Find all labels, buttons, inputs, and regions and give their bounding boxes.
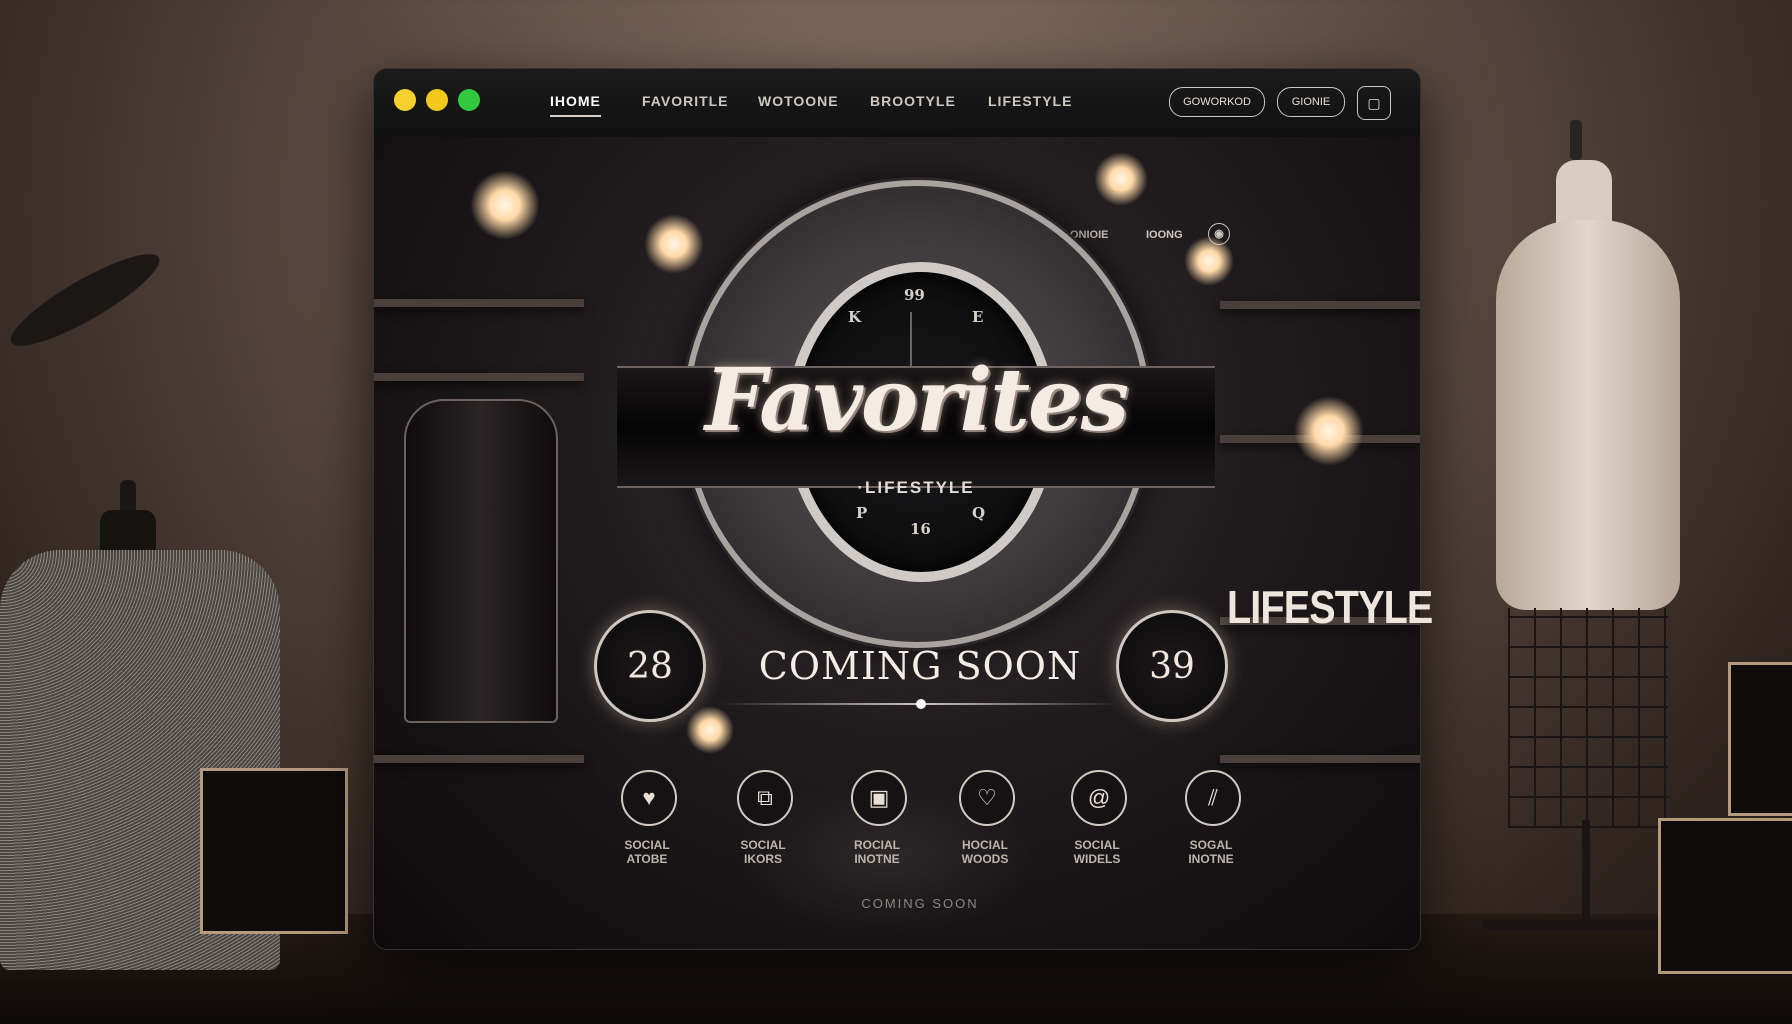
heart-icon[interactable]: ♥ [621,770,677,826]
social-label-sub: INOTNE [854,852,900,866]
dress-form-knob [1570,120,1582,160]
dress-form [1496,220,1680,610]
hero-subtitle: ·LIFESTYLE [857,478,975,497]
light-glow [470,170,540,240]
header-button-left[interactable]: GOWORKOD [1169,87,1265,117]
gallery-icon[interactable]: ▣ [851,770,907,826]
top-bar: IHOME FAVORITLE WOTOONE BROOTYLE LIFESTY… [374,69,1420,138]
clock-mark: 99 [904,286,925,304]
clock-mark: E [972,308,984,326]
nav-item-4[interactable]: BROOTYLE [870,93,956,109]
nav-home[interactable]: IHOME [550,93,601,117]
shelf [1220,301,1420,309]
light-glow [1294,396,1364,466]
shelf [374,755,584,763]
dress-form-stand [1582,820,1590,930]
chat-icon[interactable]: ⧉ [737,770,793,826]
heart-badge-icon[interactable]: ♡ [959,770,1015,826]
window-dot-maximize[interactable] [458,89,480,111]
menu-icon[interactable]: ▢ [1357,86,1391,120]
bags-icon[interactable]: ⫽ [1185,770,1241,826]
coat-display [404,399,558,723]
hero-title: Favorites [704,350,1129,451]
nav-favorites[interactable]: FAVORITLE [642,93,729,109]
dress-form-cage [1508,608,1668,828]
header-button-right[interactable]: GIONIE [1277,87,1345,117]
social-label: SOCIAL IKORS [713,838,813,866]
footer-text: COMING SOON [861,896,979,911]
light-glow [644,214,704,274]
gift-box-right-bottom [1658,818,1792,974]
shelf [374,299,584,307]
window-dot-minimize[interactable] [426,89,448,111]
social-label-sub: WOODS [961,852,1009,866]
social-label: SOGAL INOTNE [1161,838,1261,866]
social-label-title: SOGAL [1189,838,1233,852]
divider-dot [916,699,926,709]
countdown-right: 39 [1116,610,1228,722]
nav-item-3[interactable]: WOTOONE [758,93,839,109]
social-label-title: SOCIAL [740,838,786,852]
social-label: HOCIAL WOODS [935,838,1035,866]
light-glow [1094,152,1148,206]
subnav-item-2[interactable]: IOONG [1146,229,1183,241]
shelf [374,373,584,381]
feather-decoration [1,240,169,360]
social-label: SOCIAL WIDELS [1047,838,1147,866]
window-dot-close[interactable] [394,89,416,111]
light-glow [1184,236,1234,286]
coming-soon-heading: COMING SOON [758,644,1082,688]
shelf [1220,755,1420,763]
lifestyle-side-label: LIFESTYLE [1227,581,1433,633]
clock-mark: Q [972,504,986,522]
subnav-item-1[interactable]: ONIOIE [1070,229,1109,241]
social-label-sub: ATOBE [626,852,668,866]
social-label-title: SOCIAL [1074,838,1120,852]
social-label: ROCIAL INOTNE [827,838,927,866]
clock-mark: P [856,504,868,522]
clock-mark: 16 [910,520,931,538]
countdown-left: 28 [594,610,706,722]
at-icon[interactable]: @ [1071,770,1127,826]
social-label-title: SOCIAL [624,838,670,852]
social-label-sub: WIDELS [1073,852,1121,866]
social-label-title: ROCIAL [854,838,900,852]
nav-lifestyle[interactable]: LIFESTYLE [988,93,1072,109]
gift-box-right-top [1728,662,1792,816]
social-label-sub: IKORS [743,852,782,866]
social-label-title: HOCIAL [962,838,1008,852]
clock-mark: K [848,308,862,326]
social-label-sub: INOTNE [1188,852,1234,866]
light-glow [686,706,734,754]
mannequin-head [120,480,136,514]
gift-box-left [200,768,348,934]
social-label: SOCIAL ATOBE [597,838,697,866]
